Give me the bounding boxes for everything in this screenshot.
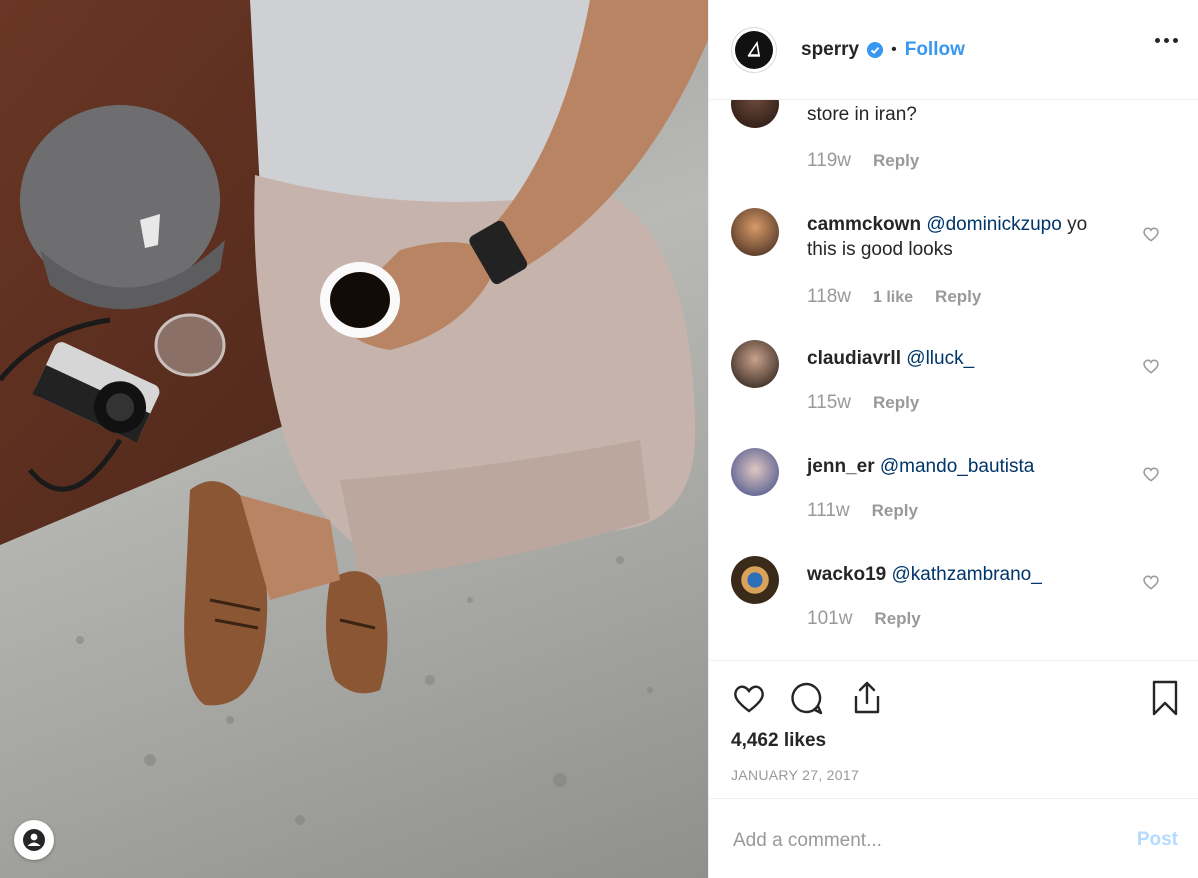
comment-username[interactable]: claudiavrll — [807, 348, 901, 369]
comment-mention[interactable]: @kathzambrano_ — [892, 564, 1042, 585]
comment-timestamp[interactable]: 101w — [807, 608, 852, 630]
comment-timestamp[interactable]: 111w — [807, 500, 850, 522]
comment-like-count[interactable]: 1 like — [873, 289, 913, 307]
bookmark-icon[interactable] — [1145, 678, 1185, 718]
reply-button[interactable]: Reply — [874, 609, 920, 629]
commenter-avatar[interactable] — [731, 556, 779, 604]
author-username[interactable]: sperry — [801, 39, 859, 61]
share-icon[interactable] — [847, 678, 887, 718]
comment-text: claudiavrll @lluck_ — [807, 346, 1117, 371]
person-icon — [23, 829, 45, 851]
comment-like-heart-icon[interactable] — [1141, 572, 1161, 592]
comment-like-heart-icon[interactable] — [1141, 224, 1161, 244]
comment-like-heart-icon[interactable] — [1141, 356, 1161, 376]
post-photo[interactable] — [0, 0, 708, 878]
comment-bubble-icon[interactable] — [787, 678, 827, 718]
commenter-avatar[interactable] — [731, 100, 779, 128]
post-date: JANUARY 27, 2017 — [731, 767, 860, 783]
reply-button[interactable]: Reply — [873, 393, 919, 413]
commenter-avatar[interactable] — [731, 208, 779, 256]
comment-text: store in iran? — [807, 104, 917, 125]
verified-badge-icon — [867, 41, 884, 58]
follow-button[interactable]: Follow — [905, 39, 965, 61]
post-sidebar: sperry • Follow store in iran? 119w Repl… — [708, 0, 1198, 878]
comment-mention[interactable]: @dominickzupo — [926, 214, 1061, 235]
reply-button[interactable]: Reply — [935, 287, 981, 307]
comment-list[interactable]: store in iran? 119w Reply cammckown @dom… — [709, 100, 1198, 660]
commenter-avatar[interactable] — [731, 448, 779, 496]
more-options-icon[interactable] — [1155, 38, 1178, 43]
comment-mention[interactable]: @lluck_ — [906, 348, 974, 369]
comment-text: cammckown @dominickzupo yo this is good … — [807, 212, 1117, 262]
tagged-people-button[interactable] — [14, 820, 54, 860]
comment-username[interactable]: jenn_er — [807, 456, 875, 477]
comment-text: jenn_er @mando_bautista — [807, 454, 1117, 479]
author-avatar[interactable] — [731, 26, 777, 73]
comment-username[interactable]: cammckown — [807, 214, 921, 235]
comment-mention[interactable]: @mando_bautista — [880, 456, 1035, 477]
add-comment-bar: Post — [709, 798, 1198, 878]
comment-timestamp[interactable]: 118w — [807, 286, 851, 308]
photo-illustration — [0, 0, 708, 825]
likes-count[interactable]: 4,462 likes — [731, 730, 826, 752]
comment-like-heart-icon[interactable] — [1141, 464, 1161, 484]
comment-username[interactable]: wacko19 — [807, 564, 886, 585]
heart-icon[interactable] — [729, 678, 769, 718]
reply-button[interactable]: Reply — [872, 501, 918, 521]
comment-text: wacko19 @kathzambrano_ — [807, 562, 1117, 587]
reply-button[interactable]: Reply — [873, 151, 919, 171]
comment-timestamp[interactable]: 115w — [807, 392, 851, 414]
post-actions: 4,462 likes JANUARY 27, 2017 — [709, 660, 1198, 798]
post-comment-button[interactable]: Post — [1137, 829, 1178, 851]
separator-dot: • — [891, 40, 897, 58]
sperry-logo-icon — [747, 40, 760, 57]
add-comment-input[interactable] — [731, 825, 1095, 857]
post-header: sperry • Follow — [709, 0, 1198, 100]
commenter-avatar[interactable] — [731, 340, 779, 388]
comment-timestamp[interactable]: 119w — [807, 150, 851, 172]
